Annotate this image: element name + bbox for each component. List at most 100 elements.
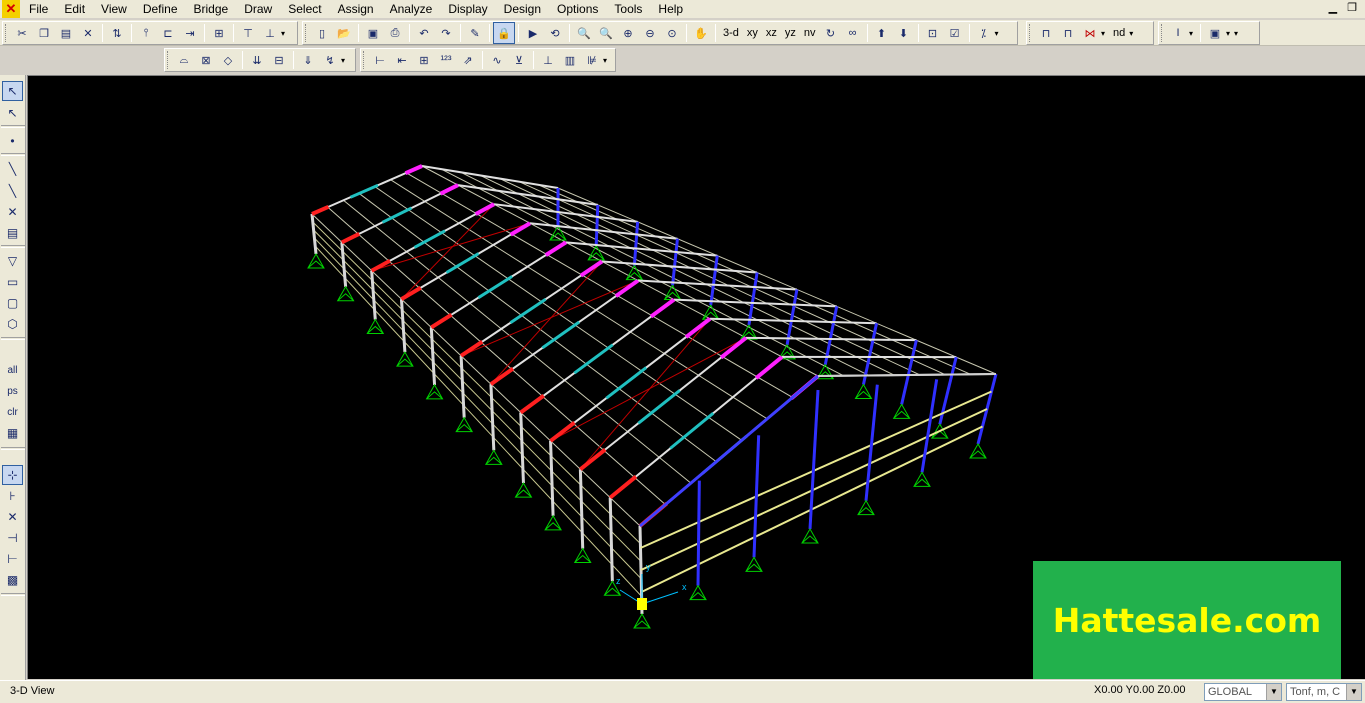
menu-bridge[interactable]: Bridge — [185, 1, 236, 17]
haunch[interactable] — [459, 340, 484, 358]
select-all-button[interactable]: all — [2, 360, 23, 380]
replicate-icon[interactable]: ⇥ — [179, 22, 201, 44]
section-i-icon[interactable]: I — [1167, 22, 1189, 44]
roof-purlin[interactable] — [311, 213, 641, 527]
snap-grid-icon[interactable]: ▩ — [2, 570, 23, 590]
column[interactable] — [489, 384, 496, 451]
zoom-in-icon[interactable]: ⊕ — [617, 22, 639, 44]
show-numbers-icon[interactable]: ¹²³ — [435, 49, 457, 71]
haunch[interactable] — [489, 367, 515, 386]
column[interactable] — [429, 327, 437, 385]
snap-ends-icon[interactable]: ⊦ — [2, 486, 23, 506]
rotate-3d-icon[interactable]: ⟲ — [544, 22, 566, 44]
column[interactable] — [399, 298, 407, 353]
zoom-out-icon[interactable]: ⊖ — [639, 22, 661, 44]
menu-display[interactable]: Display — [439, 1, 494, 17]
x-axis[interactable] — [641, 591, 679, 605]
draw-brace-icon[interactable]: ⊓ — [1057, 22, 1079, 44]
toolbar-overflow-icon[interactable]: ▾ — [1234, 29, 1242, 38]
gable-girt[interactable] — [640, 408, 988, 571]
show-frame-forces-icon[interactable]: ⊯ — [581, 49, 603, 71]
rafter-section[interactable] — [544, 240, 568, 257]
pointer-select-icon[interactable]: ↖ — [2, 81, 23, 101]
rafter-section[interactable] — [439, 183, 459, 196]
column[interactable] — [632, 221, 640, 266]
snap-points-icon[interactable]: ⊹ — [2, 465, 23, 485]
column[interactable] — [578, 469, 585, 549]
menu-select[interactable]: Select — [279, 1, 328, 17]
model-viewport[interactable]: z x y Hattesale.com — [27, 75, 1365, 679]
toolbar-overflow-icon[interactable]: ▾ — [281, 29, 289, 38]
minimize-icon[interactable]: ▁ — [1329, 1, 1337, 14]
rafter[interactable] — [709, 317, 877, 325]
show-plot-icon[interactable]: ▥ — [559, 49, 581, 71]
redo-icon[interactable]: ↷ — [435, 22, 457, 44]
fixed-support-icon[interactable] — [854, 383, 873, 400]
rafter-section[interactable] — [349, 183, 379, 199]
rafter-section[interactable] — [404, 164, 423, 176]
toolbar-overflow-icon[interactable]: ▾ — [341, 56, 349, 65]
roof-purlin[interactable] — [441, 168, 844, 377]
roof-purlin[interactable] — [343, 199, 692, 484]
show-loads-icon[interactable]: ⇤ — [391, 49, 413, 71]
assign-point-load-icon[interactable]: ↯ — [319, 49, 341, 71]
toolbar-overflow-icon[interactable]: ▾ — [995, 29, 1003, 38]
rafter-section[interactable] — [381, 206, 413, 224]
fixed-support-icon[interactable] — [857, 499, 875, 516]
roof-purlin[interactable] — [358, 193, 717, 463]
fixed-support-icon[interactable] — [913, 471, 931, 487]
menu-file[interactable]: File — [20, 1, 55, 17]
fixed-support-icon[interactable] — [544, 514, 562, 531]
column[interactable] — [594, 204, 600, 246]
roof-brace[interactable] — [371, 222, 531, 272]
quick-draw-frame-icon[interactable]: ╲ — [2, 181, 23, 201]
draw-frame-line-icon[interactable]: ╲ — [2, 159, 23, 179]
menu-edit[interactable]: Edit — [55, 1, 92, 17]
view-xy-button[interactable]: xy — [743, 22, 762, 44]
rafter-section[interactable] — [754, 355, 784, 380]
snap-lines-icon[interactable]: ⊢ — [2, 549, 23, 569]
fixed-support-icon[interactable] — [366, 318, 385, 334]
toolbar-overflow-icon[interactable]: ▾ — [603, 56, 611, 65]
lock-icon[interactable]: 🔒 — [493, 22, 515, 44]
assign-load-icon[interactable]: ⇊ — [246, 49, 268, 71]
join-icon[interactable]: ⊥ — [259, 22, 281, 44]
column[interactable] — [310, 213, 318, 255]
draw-solid-icon[interactable]: ⬡ — [2, 314, 23, 334]
rafter-section[interactable] — [719, 336, 748, 360]
show-undeformed-icon[interactable]: ⊢ — [369, 49, 391, 71]
app-icon[interactable]: ✕ — [2, 0, 20, 18]
open-file-icon[interactable]: 📂 — [333, 22, 355, 44]
refresh-view-icon[interactable]: ↻ — [820, 22, 842, 44]
move-down-icon[interactable]: ⬇ — [893, 22, 915, 44]
rafter[interactable] — [745, 336, 917, 342]
fixed-support-icon[interactable] — [336, 285, 355, 302]
toolbar-grip[interactable] — [363, 51, 366, 69]
show-stresses-icon[interactable]: ⊻ — [508, 49, 530, 71]
rafter-section[interactable] — [684, 317, 712, 339]
snap-perpendicular-icon[interactable]: ⊣ — [2, 528, 23, 548]
fixed-support-icon[interactable] — [587, 244, 606, 261]
haunch[interactable] — [340, 231, 361, 245]
column[interactable] — [549, 440, 555, 516]
coord-system-select[interactable]: GLOBAL ▼ — [1204, 683, 1282, 701]
toolbar-grip[interactable] — [1029, 24, 1032, 42]
fixed-support-icon[interactable] — [484, 449, 503, 465]
restore-icon[interactable]: ❐ — [1347, 1, 1357, 14]
show-deformed-icon[interactable]: ⊞ — [413, 49, 435, 71]
fixed-support-icon[interactable] — [745, 556, 763, 572]
delete-icon[interactable]: ✕ — [77, 22, 99, 44]
extrude-icon[interactable]: ⫯ — [135, 22, 157, 44]
rafter-section[interactable] — [413, 229, 446, 249]
assign-restraint-icon[interactable]: ⌓ — [173, 49, 195, 71]
rafter-section[interactable] — [474, 202, 495, 216]
zoom-window-icon[interactable]: 🔍 — [573, 22, 595, 44]
show-tables-icon[interactable]: ⊥ — [537, 49, 559, 71]
assign-frame-icon[interactable]: ⊠ — [195, 49, 217, 71]
haunch[interactable] — [579, 447, 607, 471]
percent-icon[interactable]: ⁒ — [973, 22, 995, 44]
roof-purlin[interactable] — [460, 171, 870, 376]
fixed-support-icon[interactable] — [396, 351, 414, 367]
paste-icon[interactable]: ▤ — [55, 22, 77, 44]
align-icon[interactable]: ⇅ — [106, 22, 128, 44]
